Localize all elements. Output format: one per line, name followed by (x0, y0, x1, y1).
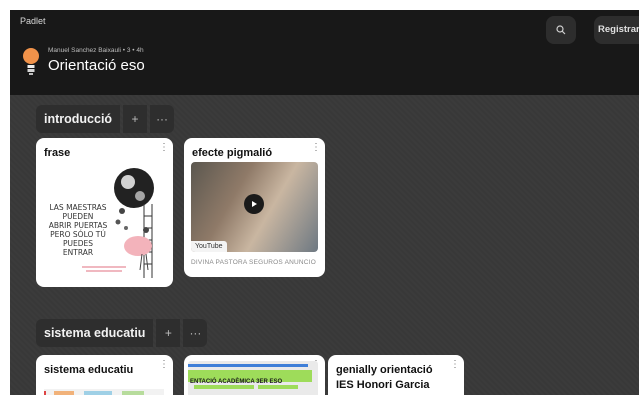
post-title: genially orientació IES Honori Garcia (336, 364, 433, 391)
brand-logo[interactable]: Padlet (20, 16, 46, 26)
post-title: efecte pigmalió (192, 147, 273, 159)
play-icon (252, 201, 257, 207)
post-title: frase (44, 147, 71, 159)
video-source-label: YouTube (191, 241, 227, 252)
section-more-button[interactable]: ··· (183, 319, 208, 347)
post-card-sistema-educatiu[interactable]: sistema educatiu ⋮ (36, 355, 173, 395)
quote-line-6: ENTRAR (63, 248, 93, 257)
quote-line-4: PERO SÓLO TÚ (50, 230, 106, 239)
post-menu-icon[interactable]: ⋮ (311, 143, 321, 153)
post-card-frase[interactable]: frase ⋮ LAS MAESTRAS PUEDEN ABRIR PUERTA… (36, 138, 173, 287)
quote-image: LAS MAESTRAS PUEDEN ABRIR PUERTAS PERO S… (49, 168, 154, 278)
board-meta: Manuel Sanchez Baixauli • 3 • 4h (48, 47, 144, 54)
post-card-orientacio-academica[interactable]: ⋮ ENTACIÓ ACADÈMICA 3ER ESO (184, 355, 325, 395)
play-button[interactable] (244, 194, 264, 214)
quote-line-5: PUEDES (63, 239, 93, 248)
quote-line-2: PUEDEN (63, 212, 94, 221)
add-post-button[interactable]: + (156, 319, 181, 347)
add-post-button[interactable]: + (123, 105, 148, 133)
section-more-button[interactable]: ··· (150, 105, 175, 133)
padlet-board: Padlet Registrarse Manuel Sanchez Baixau… (10, 10, 639, 395)
video-thumbnail[interactable]: YouTube (191, 162, 318, 252)
lightbulb-icon (23, 48, 39, 75)
quote-line-1: LAS MAESTRAS (49, 203, 106, 212)
video-caption: DIVINA PASTORA SEGUROS ANUNCIO (191, 259, 316, 266)
page-title: Orientació eso (48, 57, 145, 74)
diagram-image (44, 389, 164, 395)
section-title[interactable]: sistema educatiu (36, 319, 154, 347)
post-card-genially-orientacio[interactable]: genially orientació IES Honori Garcia ⋮ (328, 355, 464, 395)
post-menu-icon[interactable]: ⋮ (450, 360, 460, 370)
post-menu-icon[interactable]: ⋮ (159, 143, 169, 153)
slide-image: ENTACIÓ ACADÈMICA 3ER ESO (188, 361, 318, 395)
post-menu-icon[interactable]: ⋮ (159, 360, 169, 370)
top-bar: Padlet Registrarse Manuel Sanchez Baixau… (10, 10, 639, 95)
post-title: sistema educatiu (44, 364, 134, 376)
search-icon (556, 25, 566, 35)
section-header-introduccio: introducció + ··· (36, 105, 175, 133)
register-button[interactable]: Registrarse (594, 16, 639, 44)
section-header-sistema-educatiu: sistema educatiu + ··· (36, 319, 208, 347)
quote-line-3: ABRIR PUERTAS (49, 221, 108, 230)
post-card-efecte-pigmalio[interactable]: efecte pigmalió ⋮ YouTube DIVINA PASTORA… (184, 138, 325, 277)
section-title[interactable]: introducció (36, 105, 121, 133)
search-button[interactable] (546, 16, 576, 44)
